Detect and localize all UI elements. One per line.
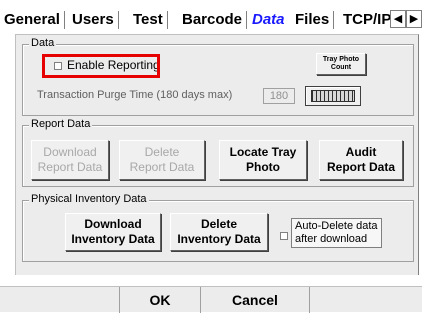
locate-tray-photo-button[interactable]: Locate Tray Photo [219, 140, 307, 180]
enable-reporting-highlight [42, 54, 160, 78]
cancel-button[interactable]: Cancel [201, 287, 309, 313]
tray-photo-count-button[interactable]: Tray Photo Count [316, 53, 366, 75]
audit-report-data-button[interactable]: Audit Report Data [319, 140, 403, 180]
tab-barcode[interactable]: Barcode [182, 9, 248, 31]
tab-bar: General Users Test Barcode Data Files TC… [0, 0, 422, 34]
keypad-icon [311, 90, 355, 102]
data-group-title: Data [29, 36, 57, 50]
keypad-button[interactable] [305, 86, 361, 106]
report-data-group-title: Report Data [29, 117, 93, 131]
tab-test[interactable]: Test [133, 9, 168, 31]
footer-divider [309, 287, 310, 313]
tab-scroll-left-icon[interactable]: ◀ [390, 10, 406, 28]
purge-time-label: Transaction Purge Time (180 days max) [37, 89, 233, 101]
download-inventory-data-button[interactable]: Download Inventory Data [65, 213, 161, 251]
tab-tcpip[interactable]: TCP/IP [343, 9, 391, 31]
tab-files[interactable]: Files [295, 9, 335, 31]
report-data-group: Report Data Download Report Data Delete … [22, 117, 414, 187]
physical-inventory-group-title: Physical Inventory Data [29, 192, 149, 206]
physical-inventory-group: Physical Inventory Data Download Invento… [22, 192, 414, 262]
dialog-footer: OK Cancel [0, 286, 422, 313]
tab-data[interactable]: Data [252, 9, 285, 31]
auto-delete-label[interactable]: Auto-Delete data after download [291, 218, 382, 248]
download-report-data-button[interactable]: Download Report Data [31, 140, 109, 180]
purge-time-input[interactable]: 180 [263, 88, 295, 104]
tab-users[interactable]: Users [72, 9, 119, 31]
tab-scroll-right-icon[interactable]: ▶ [406, 10, 422, 28]
auto-delete-checkbox[interactable] [280, 232, 288, 240]
tab-general[interactable]: General [4, 9, 65, 31]
delete-inventory-data-button[interactable]: Delete Inventory Data [170, 213, 268, 251]
ok-button[interactable]: OK [120, 287, 200, 313]
delete-report-data-button[interactable]: Delete Report Data [119, 140, 205, 180]
